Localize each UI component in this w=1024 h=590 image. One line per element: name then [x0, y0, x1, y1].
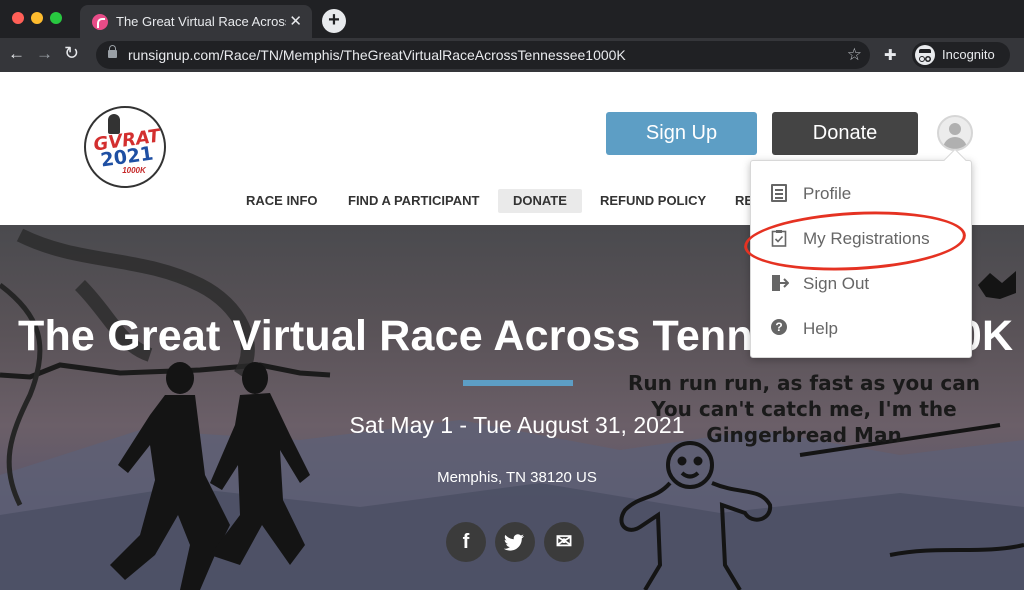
- nav-find-a-participant[interactable]: FIND A PARTICIPANT: [333, 189, 494, 213]
- incognito-icon: [915, 45, 935, 65]
- back-arrow-icon[interactable]: ←: [8, 44, 25, 64]
- forward-arrow-icon[interactable]: →: [36, 44, 53, 64]
- menu-item-sign-out[interactable]: Sign Out: [751, 264, 971, 304]
- tab-title: The Great Virtual Race Across Tennessee …: [116, 14, 286, 29]
- profile-card-icon: [771, 184, 787, 202]
- twitter-share-icon[interactable]: [495, 522, 535, 562]
- menu-item-help-label: Help: [803, 319, 838, 338]
- sign-up-button[interactable]: Sign Up: [606, 112, 757, 155]
- menu-item-help[interactable]: ? Help: [751, 309, 971, 349]
- runsignup-favicon-icon: [92, 14, 108, 30]
- logo-text-distance: 1000K: [122, 166, 146, 175]
- extensions-puzzle-icon[interactable]: ✚: [884, 46, 897, 64]
- browser-tab-bar: The Great Virtual Race Across Tennessee …: [0, 0, 1024, 38]
- browser-toolbar: ← → ↻ runsignup.com/Race/TN/Memphis/TheG…: [0, 38, 1024, 72]
- menu-item-sign-out-label: Sign Out: [803, 274, 870, 293]
- menu-item-profile-label: Profile: [803, 184, 852, 203]
- address-bar[interactable]: runsignup.com/Race/TN/Memphis/TheGreatVi…: [96, 41, 870, 69]
- minimize-window-button[interactable]: [31, 12, 43, 24]
- new-tab-button[interactable]: +: [322, 9, 346, 33]
- user-avatar-icon[interactable]: [937, 115, 973, 151]
- race-dates: Sat May 1 - Tue August 31, 2021: [349, 412, 685, 438]
- race-logo[interactable]: GVRAT 2021 1000K: [84, 106, 166, 188]
- lock-icon: [108, 45, 117, 58]
- browser-tab[interactable]: The Great Virtual Race Across Tennessee …: [80, 5, 312, 38]
- donate-button[interactable]: Donate: [772, 112, 918, 155]
- nav-race-info[interactable]: RACE INFO: [231, 189, 333, 213]
- incognito-badge[interactable]: Incognito: [912, 42, 1010, 68]
- sign-out-icon: [771, 274, 790, 292]
- race-location: Memphis, TN 38120 US: [437, 469, 597, 486]
- close-window-button[interactable]: [12, 12, 24, 24]
- help-icon: ?: [771, 319, 787, 335]
- incognito-label: Incognito: [942, 47, 995, 62]
- tab-close-icon[interactable]: ✕: [289, 12, 302, 30]
- nav-refund-policy[interactable]: REFUND POLICY: [585, 189, 721, 213]
- url-text[interactable]: runsignup.com/Race/TN/Memphis/TheGreatVi…: [128, 47, 626, 63]
- nav-donate[interactable]: DONATE: [498, 189, 582, 213]
- gingerbread-quote-line-1: Run run run, as fast as you can: [628, 371, 980, 395]
- zoom-window-button[interactable]: [50, 12, 62, 24]
- bookmark-star-icon[interactable]: ☆: [847, 45, 862, 65]
- hero-divider: [463, 380, 573, 386]
- menu-item-profile[interactable]: Profile: [751, 174, 971, 214]
- facebook-share-icon[interactable]: f: [446, 522, 486, 562]
- reload-icon[interactable]: ↻: [64, 43, 79, 64]
- email-share-icon[interactable]: ✉: [544, 522, 584, 562]
